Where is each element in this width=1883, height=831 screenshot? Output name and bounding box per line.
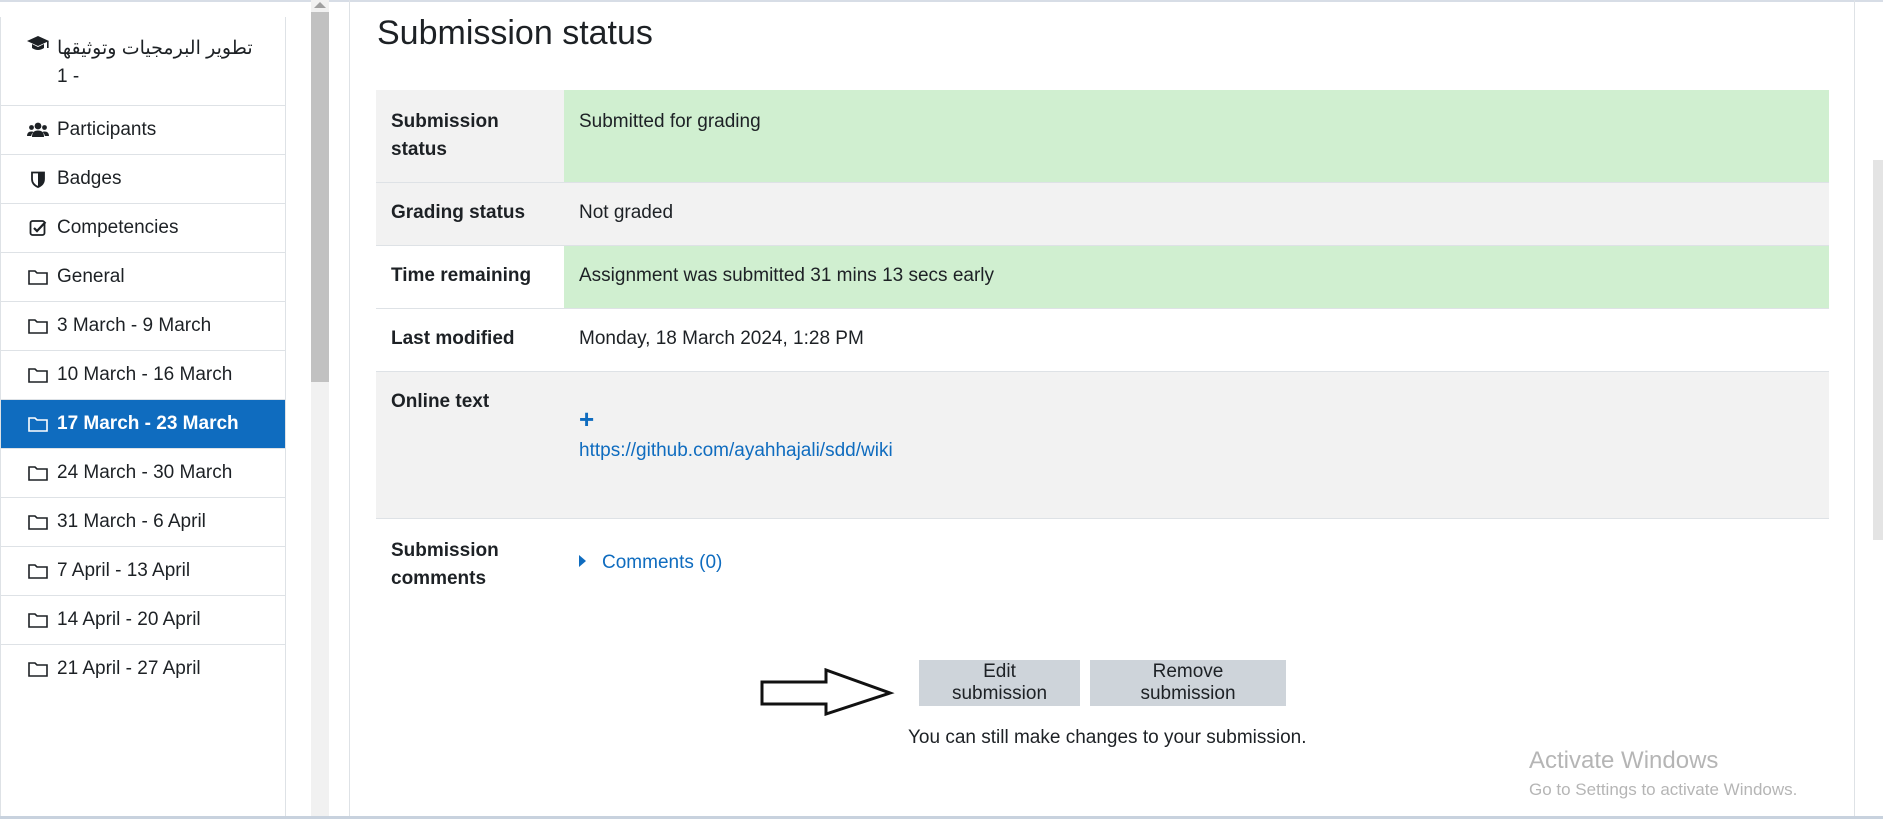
- activate-windows-subtitle: Go to Settings to activate Windows.: [1529, 780, 1798, 799]
- comments-link[interactable]: Comments (0): [602, 552, 722, 573]
- caret-right-icon[interactable]: [579, 554, 586, 567]
- window-top-border: [0, 0, 1883, 2]
- sidebar-item-participants[interactable]: Participants: [1, 105, 285, 154]
- submission-status-value: Submitted for grading: [564, 90, 1829, 183]
- time-remaining-value: Assignment was submitted 31 mins 13 secs…: [564, 245, 1829, 309]
- row-label: Submission comments: [376, 518, 564, 619]
- sidebar-item-label: Participants: [57, 119, 157, 140]
- sidebar-item-label: 10 March - 16 March: [57, 364, 233, 385]
- scroll-up-arrow-icon[interactable]: [314, 2, 326, 8]
- row-label: Submission status: [376, 90, 564, 183]
- sidebar-item-section[interactable]: 7 April - 13 April: [1, 546, 285, 595]
- sidebar-item-label: 17 March - 23 March: [57, 413, 239, 434]
- row-label-line2: comments: [391, 568, 487, 589]
- sidebar-item-competencies[interactable]: Competencies: [1, 203, 285, 252]
- table-row: Online text + https://github.com/ayahhaj…: [376, 371, 1829, 519]
- table-row: Submission comments Comments (0): [376, 518, 1829, 619]
- remove-submission-button[interactable]: Remove submission: [1090, 660, 1286, 706]
- row-label-line1: Submission: [391, 111, 499, 132]
- row-label: Time remaining: [376, 245, 564, 309]
- sidebar-item-label: General: [57, 266, 125, 287]
- online-text-value: + https://github.com/ayahhajali/sdd/wiki: [564, 371, 1829, 519]
- row-label: Last modified: [376, 308, 564, 372]
- sidebar-item-section[interactable]: 14 April - 20 April: [1, 595, 285, 644]
- folder-icon: [27, 511, 49, 533]
- page-title: Submission status: [377, 14, 653, 52]
- row-label-line2: status: [391, 139, 447, 160]
- row-label-line1: Submission: [391, 540, 499, 561]
- last-modified-value: Monday, 18 March 2024, 1:28 PM: [564, 308, 1829, 372]
- sidebar-item-label: Competencies: [57, 217, 179, 238]
- page-scrollbar-thumb[interactable]: [1873, 160, 1883, 540]
- main-region-border: [1854, 0, 1855, 816]
- shield-icon: [27, 168, 49, 190]
- row-label: Grading status: [376, 182, 564, 246]
- table-row: Last modified Monday, 18 March 2024, 1:2…: [376, 308, 1829, 372]
- folder-icon: [27, 609, 49, 631]
- window-bottom-border: [0, 816, 1883, 831]
- folder-icon: [27, 413, 49, 435]
- row-label: Online text: [376, 371, 564, 519]
- sidebar-item-label: Badges: [57, 168, 122, 189]
- plus-icon[interactable]: +: [579, 406, 594, 432]
- sidebar-item-section[interactable]: 24 March - 30 March: [1, 448, 285, 497]
- course-title-line2: 1 -: [57, 66, 80, 87]
- folder-icon: [27, 462, 49, 484]
- users-icon: [27, 119, 49, 141]
- folder-icon: [27, 315, 49, 337]
- sidebar-item-section[interactable]: 10 March - 16 March: [1, 350, 285, 399]
- submission-status-table: Submission status Submitted for grading …: [376, 90, 1829, 619]
- folder-icon: [27, 364, 49, 386]
- folder-icon: [27, 658, 49, 680]
- main-region-border: [349, 0, 350, 816]
- course-title: تطوير البرمجيات وتوثيقها 1 -: [57, 35, 253, 91]
- table-row: Submission status Submitted for grading: [376, 90, 1829, 183]
- grading-status-value: Not graded: [564, 182, 1829, 246]
- sidebar-item-label: 7 April - 13 April: [57, 560, 191, 581]
- sidebar-item-badges[interactable]: Badges: [1, 154, 285, 203]
- sidebar-item-label: 31 March - 6 April: [57, 511, 206, 532]
- submission-comments-value: Comments (0): [564, 518, 1829, 619]
- online-text-link[interactable]: https://github.com/ayahhajali/sdd/wiki: [579, 440, 893, 461]
- sidebar-item-section[interactable]: 21 April - 27 April: [1, 644, 285, 693]
- sidebar-scrollbar-thumb[interactable]: [311, 12, 329, 382]
- course-index-sidebar: تطوير البرمجيات وتوثيقها 1 - Participant…: [0, 17, 286, 816]
- sidebar-item-general[interactable]: General: [1, 252, 285, 301]
- sidebar-item-label: 14 April - 20 April: [57, 609, 201, 630]
- activate-windows-title: Activate Windows: [1529, 747, 1719, 774]
- check-square-icon: [27, 217, 49, 239]
- annotation-arrow-icon: [760, 668, 895, 716]
- table-row: Time remaining Assignment was submitted …: [376, 245, 1829, 309]
- sidebar-item-section-active[interactable]: 17 March - 23 March: [1, 399, 285, 448]
- sidebar-item-label: 24 March - 30 March: [57, 462, 233, 483]
- edit-submission-button[interactable]: Edit submission: [919, 660, 1080, 706]
- sidebar-item-section[interactable]: 31 March - 6 April: [1, 497, 285, 546]
- folder-icon: [27, 266, 49, 288]
- sidebar-item-label: 21 April - 27 April: [57, 658, 201, 679]
- sidebar-item-course[interactable]: تطوير البرمجيات وتوثيقها 1 -: [1, 17, 285, 105]
- table-row: Grading status Not graded: [376, 182, 1829, 246]
- graduation-cap-icon: [27, 33, 49, 55]
- submission-note: You can still make changes to your submi…: [908, 727, 1307, 748]
- sidebar-item-section[interactable]: 3 March - 9 March: [1, 301, 285, 350]
- course-title-line1: تطوير البرمجيات وتوثيقها: [57, 38, 253, 59]
- folder-icon: [27, 560, 49, 582]
- sidebar-item-label: 3 March - 9 March: [57, 315, 212, 336]
